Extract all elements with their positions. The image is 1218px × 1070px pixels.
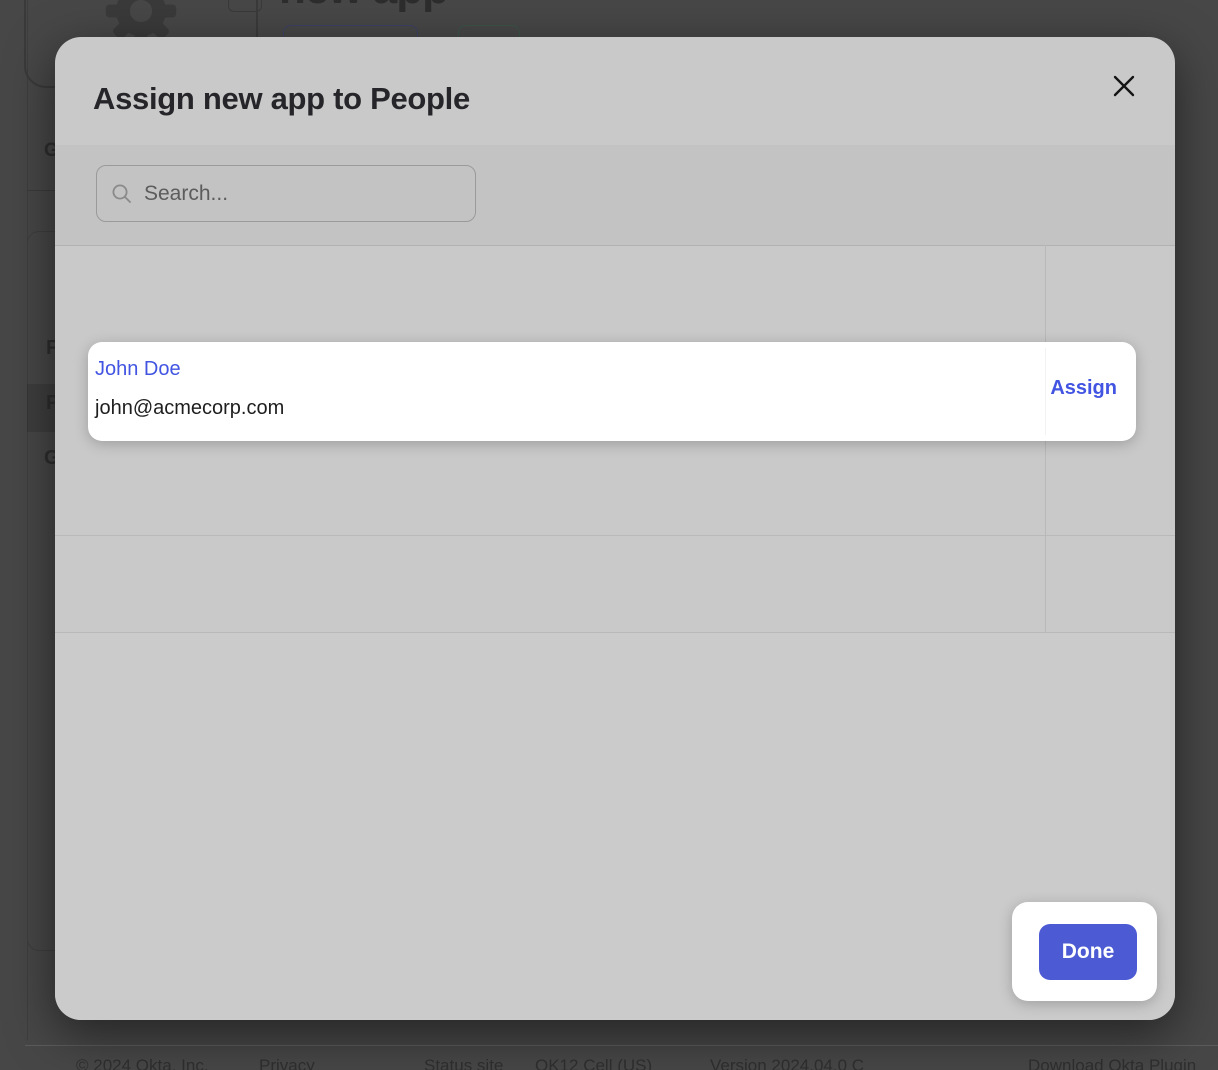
search-icon (111, 183, 133, 205)
assign-link[interactable]: Assign (1050, 377, 1117, 400)
clipped-badge (228, 0, 262, 12)
footer-download-plugin-link: Download Okta Plugin (1028, 1056, 1196, 1070)
person-email: john@acmecorp.com (95, 397, 284, 420)
footer-version-label: Version 2024.04.0 C (710, 1056, 864, 1070)
page-title: new app (279, 0, 448, 14)
modal-bottom-area (55, 633, 1175, 1020)
modal-title: Assign new app to People (93, 81, 470, 117)
search-input[interactable] (144, 182, 461, 206)
person-name-link[interactable]: John Doe (95, 358, 181, 381)
search-box[interactable] (96, 165, 476, 222)
assign-app-modal: Assign new app to People (55, 37, 1175, 1020)
footer-copyright: © 2024 Okta, Inc. (76, 1056, 209, 1070)
footer-privacy-link: Privacy (259, 1056, 315, 1070)
row-divider (55, 535, 1175, 536)
done-button[interactable]: Done (1039, 924, 1137, 980)
done-button-spotlight: Done (1012, 902, 1157, 1001)
footer-cell-label: OK12 Cell (US) (535, 1056, 652, 1070)
close-icon (1112, 74, 1136, 98)
footer-status-link: Status site (424, 1056, 503, 1070)
person-row: John Doe john@acmecorp.com Assign (88, 342, 1136, 441)
row-internal-divider (1045, 348, 1046, 435)
list-top-divider (55, 245, 1175, 246)
close-button[interactable] (1107, 69, 1141, 103)
footer-divider (25, 1045, 1218, 1046)
